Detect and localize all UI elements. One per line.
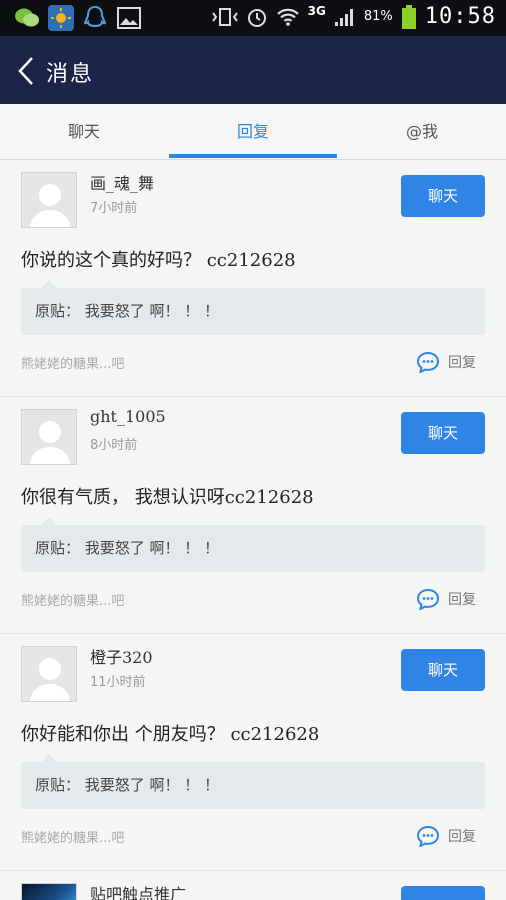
- tab-bar: 聊天 回复 @我: [0, 104, 506, 160]
- default-avatar-icon: [30, 184, 70, 227]
- username[interactable]: 橙子320: [90, 644, 153, 668]
- weather-icon: [48, 5, 74, 31]
- timestamp: 11小时前: [90, 675, 146, 690]
- comment-bubble-icon: [416, 825, 440, 847]
- tab-mentions[interactable]: @我: [338, 104, 506, 160]
- reply-message[interactable]: 你说的这个真的好吗？ cc212628: [21, 246, 296, 272]
- wechat-icon: [14, 5, 40, 31]
- chevron-left-icon: [18, 57, 33, 85]
- chat-button[interactable]: 聊天: [401, 649, 485, 691]
- signal-icon: [334, 8, 353, 26]
- chat-button[interactable]: 聊天: [401, 412, 485, 454]
- original-post-quote[interactable]: 原贴： 我要怒了 啊！ ！ ！: [21, 754, 485, 809]
- promo-thumbnail[interactable]: [21, 883, 77, 900]
- avatar[interactable]: [21, 172, 77, 228]
- list-item: 贴吧触点推广: [0, 871, 506, 900]
- username[interactable]: ght_1005: [90, 407, 166, 426]
- comment-bubble-icon: [416, 588, 440, 610]
- chat-button[interactable]: [401, 886, 485, 900]
- page-title: 消息: [46, 62, 95, 87]
- battery-percent: 81%: [363, 9, 393, 24]
- list-item: ght_1005 8小时前 聊天 你很有气质， 我想认识呀cc212628 原贴…: [0, 397, 506, 634]
- reply-button[interactable]: 回复: [416, 588, 476, 610]
- original-post-quote[interactable]: 原贴： 我要怒了 啊！ ！ ！: [21, 517, 485, 572]
- default-avatar-icon: [30, 421, 70, 464]
- reply-list: 画_魂_舞 7小时前 聊天 你说的这个真的好吗？ cc212628 原贴： 我要…: [0, 160, 506, 900]
- back-button[interactable]: [14, 56, 38, 86]
- avatar[interactable]: [21, 409, 77, 465]
- network-type: 3G: [307, 3, 326, 18]
- original-post-quote[interactable]: 原贴： 我要怒了 啊！ ！ ！: [21, 280, 485, 335]
- avatar[interactable]: [21, 646, 77, 702]
- forum-name[interactable]: 熊姥姥的糖果...吧: [21, 827, 124, 846]
- timestamp: 8小时前: [90, 438, 138, 453]
- username[interactable]: 贴吧触点推广: [90, 881, 186, 900]
- comment-bubble-icon: [416, 351, 440, 373]
- reply-label: 回复: [448, 355, 476, 371]
- alarm-icon: [247, 8, 266, 27]
- reply-message[interactable]: 你很有气质， 我想认识呀cc212628: [21, 483, 314, 509]
- list-item: 画_魂_舞 7小时前 聊天 你说的这个真的好吗？ cc212628 原贴： 我要…: [0, 160, 506, 397]
- forum-name[interactable]: 熊姥姥的糖果...吧: [21, 353, 124, 372]
- wifi-icon: [276, 8, 299, 26]
- clock: 10:58: [424, 4, 496, 29]
- reply-button[interactable]: 回复: [416, 825, 476, 847]
- reply-button[interactable]: 回复: [416, 351, 476, 373]
- username[interactable]: 画_魂_舞: [90, 170, 154, 194]
- tab-replies[interactable]: 回复: [169, 104, 337, 160]
- battery-icon: [401, 4, 416, 29]
- default-avatar-icon: [30, 658, 70, 701]
- list-item: 橙子320 11小时前 聊天 你好能和你出 个朋友吗？ cc212628 原贴：…: [0, 634, 506, 871]
- vibrate-icon: [211, 7, 238, 26]
- gallery-icon: [116, 5, 142, 31]
- notification-icons: [14, 5, 142, 31]
- timestamp: 7小时前: [90, 201, 138, 216]
- forum-name[interactable]: 熊姥姥的糖果...吧: [21, 590, 124, 609]
- status-bar: 3G 81% 10:58: [0, 0, 506, 36]
- qq-icon: [82, 5, 108, 31]
- tab-chat[interactable]: 聊天: [0, 104, 168, 160]
- system-icons: 3G 81% 10:58: [211, 3, 496, 29]
- reply-label: 回复: [448, 592, 476, 608]
- active-tab-indicator: [169, 154, 337, 158]
- chat-button[interactable]: 聊天: [401, 175, 485, 217]
- title-bar: 消息: [0, 36, 506, 104]
- reply-label: 回复: [448, 829, 476, 845]
- reply-message[interactable]: 你好能和你出 个朋友吗？ cc212628: [21, 720, 319, 746]
